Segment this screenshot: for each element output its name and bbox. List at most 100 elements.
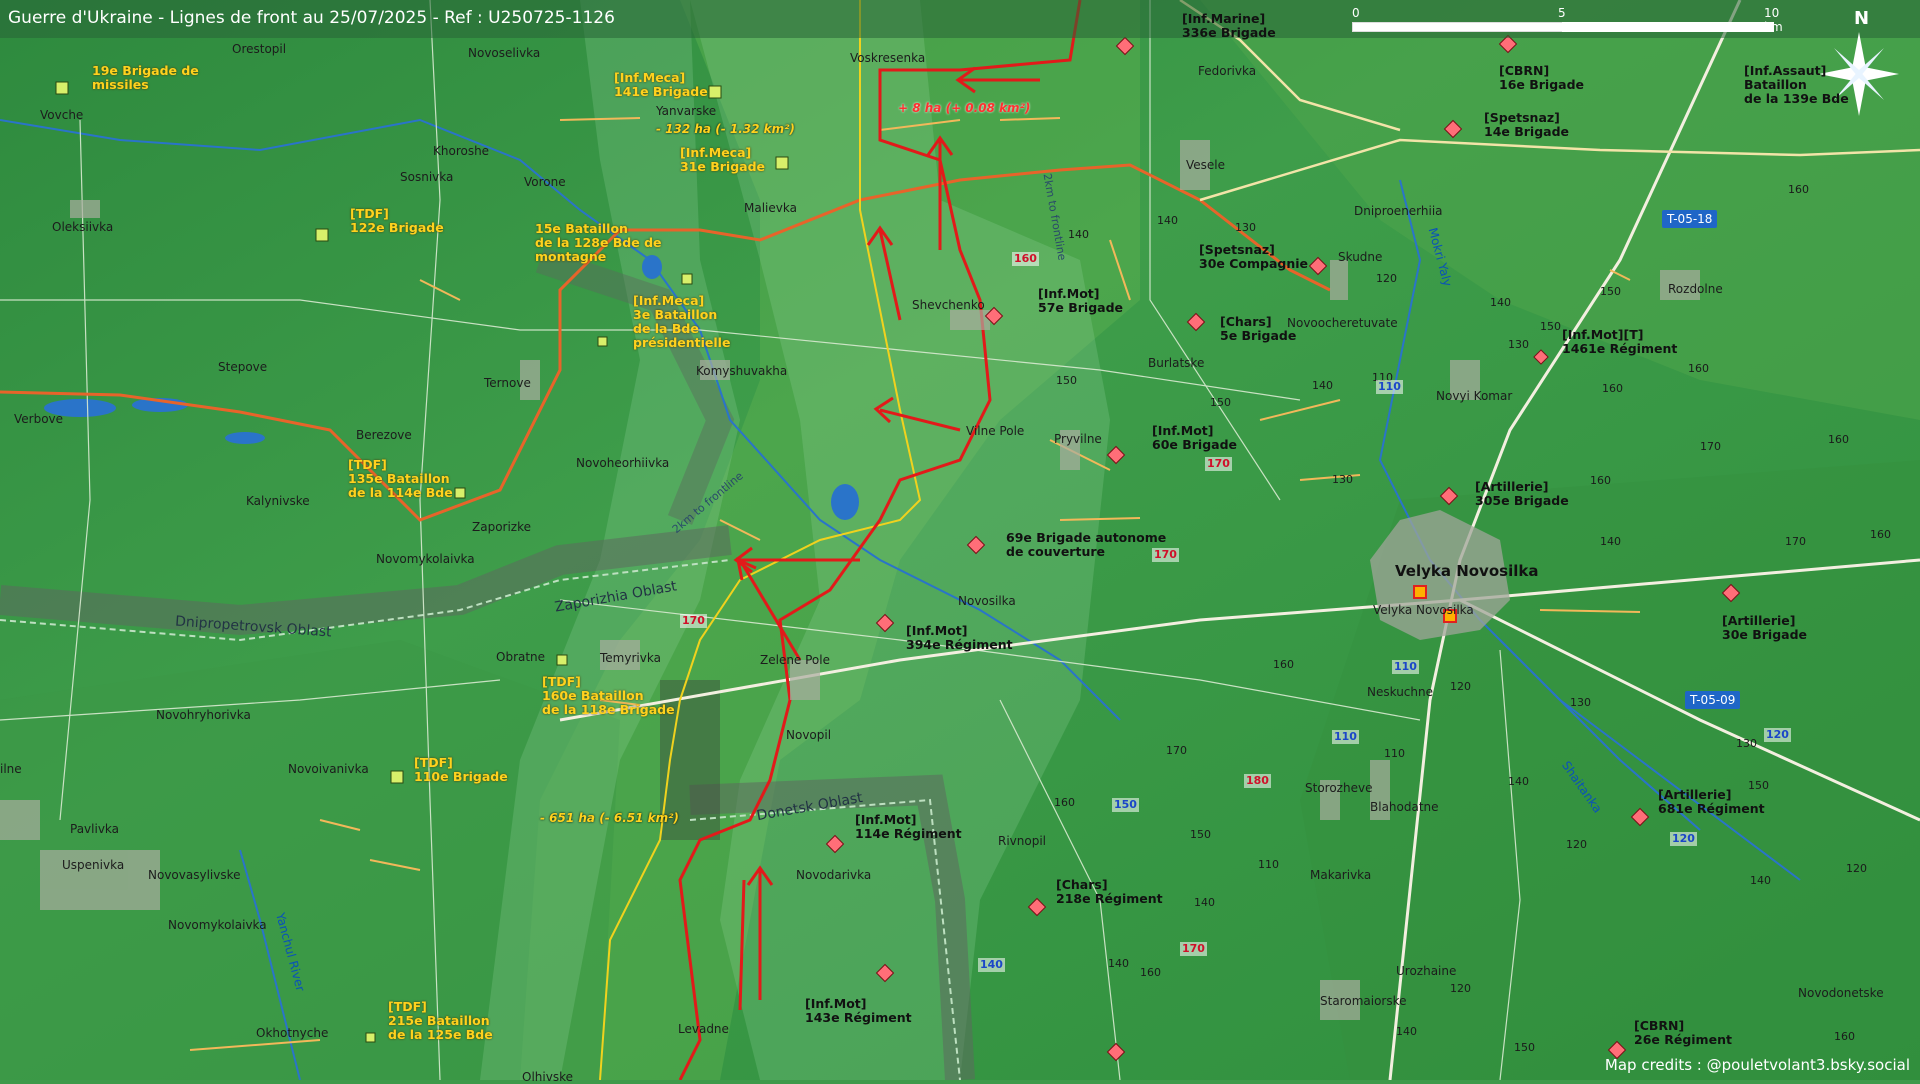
altitude-label: 140 [1108,957,1129,970]
area-change-label: - 132 ha (- 1.32 km²) [656,122,795,136]
town-label: Uspenivka [62,858,125,872]
road-number-label: 170 [1180,942,1207,956]
ru-unit-label: [Inf.Mot] 394e Régiment [906,623,1013,652]
town-label: Burlatske [1148,356,1205,370]
ru-unit-label: [Inf.Mot] 60e Brigade [1152,423,1238,452]
town-label: Vorone [524,175,566,189]
altitude-label: 160 [1140,966,1161,979]
altitude-label: 120 [1566,838,1587,851]
ua-unit-label: [Inf.Meca] 141e Brigade [614,70,708,99]
scale-label-10: 10 km [1764,6,1783,34]
town-label: Shevchenko [912,298,985,312]
town-label: Voskresenka [850,51,926,65]
road-shield-t0518: T-05-18 [1662,210,1718,228]
town-label: Sosnivka [400,170,454,184]
town-label: Novosilka [958,594,1016,608]
altitude-label: 130 [1332,473,1353,486]
town-label: Berezove [356,428,412,442]
town-label: Novoivanivka [288,762,369,776]
town-label: Levadne [678,1022,729,1036]
altitude-label: 150 [1748,779,1769,792]
altitude-label: 150 [1056,374,1077,387]
town-label: Yanvarske [656,104,717,118]
altitude-label: 140 [1750,874,1771,887]
ru-unit-label: [Inf.Mot] 143e Régiment [805,996,912,1025]
altitude-label: 170 [1700,440,1721,453]
ru-unit-label: [Spetsnaz] 14e Brigade [1484,110,1570,139]
ua-unit-label: [TDF] 160e Bataillon de la 118e Brigade [542,674,675,717]
town-label: Storozheve [1305,781,1373,795]
ru-unit-label: [Chars] 218e Régiment [1056,877,1163,906]
altitude-label: 120 [1450,680,1471,693]
town-label: Kalynivske [246,494,310,508]
altitude-label: 160 [1828,433,1849,446]
altitude-label: 160 [1590,474,1611,487]
town-label: Novoocheretuvate [1287,316,1398,330]
town-label: Blahodatne [1370,800,1439,814]
town-label: Novopil [786,728,832,742]
road-number-label: 170 [1152,548,1179,562]
scale-label-0: 0 [1352,6,1360,20]
ru-unit-label: [Inf.Mot] 57e Brigade [1038,286,1124,315]
town-label: Zaporizke [472,520,532,534]
altitude-label: 140 [1312,379,1333,392]
altitude-label: 160 [1788,183,1809,196]
town-label: Velyka Novosilka [1373,603,1474,617]
road-number-label: 120 [1764,728,1791,742]
ru-unit-label: [Artillerie] 30e Brigade [1722,613,1808,642]
altitude-label: 140 [1194,896,1215,909]
town-label: Oleksiivka [52,220,114,234]
town-label: Stepove [218,360,268,374]
altitude-label: 140 [1600,535,1621,548]
ru-unit-label: [Artillerie] 305e Brigade [1475,479,1569,508]
town-label: Novodarivka [796,868,872,882]
ua-unit-label: [TDF] 110e Brigade [414,755,508,784]
ua-unit-label: [Inf.Meca] 31e Brigade [680,145,766,174]
road-number-label: 160 [1012,252,1039,266]
area-change-label: - 651 ha (- 6.51 km²) [540,811,679,825]
town-label: Novoselivka [468,46,541,60]
town-label: Zelene Pole [760,653,830,667]
town-label: Olhivske [522,1070,573,1084]
altitude-label: 130 [1235,221,1256,234]
town-label: Novovasylivske [148,868,241,882]
altitude-label: 140 [1068,228,1089,241]
altitude-label: 120 [1450,982,1471,995]
town-label: Makarivka [1310,868,1372,882]
town-label: Staromaiorske [1320,994,1407,1008]
altitude-label: 170 [1166,744,1187,757]
altitude-label: 130 [1570,696,1591,709]
ru-unit-label: [Inf.Mot][T] 1461e Régiment [1562,327,1678,356]
town-label: Novoheorhiivka [576,456,670,470]
ua-unit-label: 19e Brigade de missiles [92,63,199,92]
ua-unit-label: [TDF] 135e Bataillon de la 114e Bde [348,457,453,500]
altitude-label: 160 [1273,658,1294,671]
road-number-label: 120 [1670,832,1697,846]
altitude-label: 150 [1540,320,1561,333]
big-town-label: Velyka Novosilka [1395,562,1539,580]
altitude-label: 150 [1190,828,1211,841]
ru-unit-label: [Inf.Marine] 336e Brigade [1182,11,1276,40]
town-label: Vovche [40,108,84,122]
road-number-label: 150 [1112,798,1139,812]
altitude-label: 160 [1054,796,1075,809]
scale-label-5: 5 [1558,6,1566,20]
altitude-label: 140 [1396,1025,1417,1038]
town-label: Vesele [1186,158,1226,172]
altitude-label: 160 [1688,362,1709,375]
town-label: Komyshuvakha [696,364,788,378]
ua-unit-label: [TDF] 122e Brigade [350,206,444,235]
town-label: Novomykolaivka [376,552,475,566]
town-label: Skudne [1338,250,1383,264]
town-label: Neskuchne [1367,685,1433,699]
altitude-label: 160 [1602,382,1623,395]
altitude-label: 160 [1834,1030,1855,1043]
ua-unit-label: 15e Bataillon de la 128e Bde de montagne [535,221,662,264]
altitude-label: 130 [1736,737,1757,750]
town-label: Orestopil [232,42,287,56]
scale-bar: 0 5 10 km [1352,6,1783,42]
altitude-label: 120 [1846,862,1867,875]
town-label: Temyrivka [600,651,661,665]
town-label: Rivnopil [998,834,1047,848]
town-label: Novomykolaivka [168,918,267,932]
